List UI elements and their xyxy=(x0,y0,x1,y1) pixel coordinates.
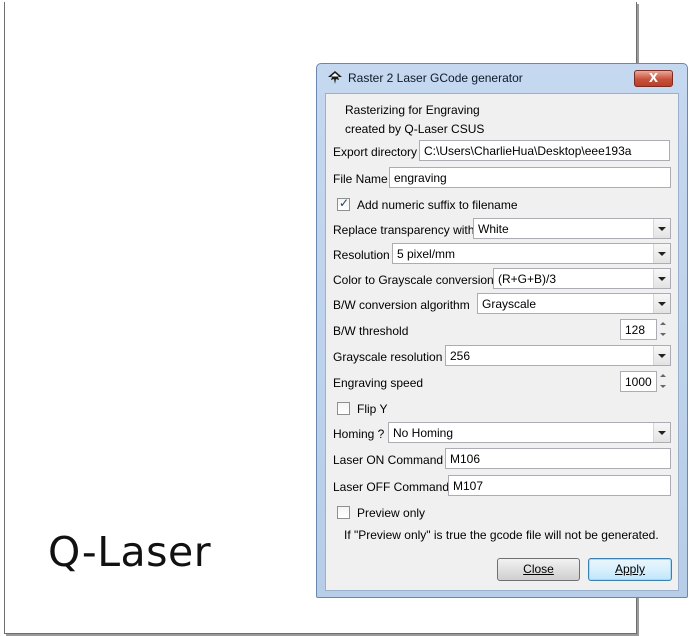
intro-line-1: Rasterizing for Engraving xyxy=(345,103,480,117)
laser-off-input[interactable]: M107 xyxy=(448,475,671,496)
canvas-text-q-laser[interactable]: Q-Laser xyxy=(48,528,211,576)
bw-threshold-spinner[interactable]: 128 xyxy=(620,319,666,340)
window-close-button[interactable]: X xyxy=(634,70,673,87)
close-icon: X xyxy=(648,71,659,85)
laser-on-input[interactable]: M106 xyxy=(445,448,671,469)
dialog-title: Raster 2 Laser GCode generator xyxy=(348,71,523,85)
homing-value: No Homing xyxy=(393,426,454,440)
spinner-buttons xyxy=(658,320,668,339)
grayscale-conversion-select[interactable]: (R+G+B)/3 xyxy=(493,268,671,289)
chevron-down-icon[interactable] xyxy=(653,346,670,365)
preview-only-checkbox[interactable] xyxy=(337,506,350,519)
chevron-down-icon[interactable] xyxy=(653,423,670,442)
resolution-value: 5 pixel/mm xyxy=(397,247,456,261)
transparency-label: Replace transparency with xyxy=(333,223,475,237)
grayscale-resolution-select[interactable]: 256 xyxy=(445,345,671,366)
bw-threshold-label: B/W threshold xyxy=(333,324,409,338)
flip-y-label: Flip Y xyxy=(357,402,388,416)
spin-down-icon[interactable] xyxy=(658,382,668,391)
chevron-down-icon[interactable] xyxy=(653,244,670,263)
engraving-speed-spinner[interactable]: 1000 xyxy=(620,371,666,392)
engraving-speed-label: Engraving speed xyxy=(333,376,424,390)
file-name-input[interactable]: engraving xyxy=(389,167,671,188)
preview-only-label: Preview only xyxy=(357,506,426,520)
preview-note: If "Preview only" is true the gcode file… xyxy=(344,528,659,542)
numeric-suffix-label: Add numeric suffix to filename xyxy=(357,198,518,212)
spin-up-icon[interactable] xyxy=(658,320,668,329)
close-button-label: Close xyxy=(523,562,554,576)
grayscale-conversion-label: Color to Grayscale conversion xyxy=(333,273,494,287)
dialog-titlebar[interactable]: Raster 2 Laser GCode generator X xyxy=(317,64,687,92)
file-name-label: File Name xyxy=(333,172,388,186)
engraving-speed-value: 1000 xyxy=(625,375,652,389)
spin-up-icon[interactable] xyxy=(658,372,668,381)
homing-label: Homing ? xyxy=(333,427,385,441)
laser-off-label: Laser OFF Command xyxy=(333,480,450,494)
laser-on-label: Laser ON Command xyxy=(333,453,444,467)
export-directory-input[interactable]: C:\Users\CharlieHua\Desktop\eee193a xyxy=(419,140,670,161)
chevron-down-icon[interactable] xyxy=(653,219,670,238)
dialog-client-area: Rasterizing for Engraving created by Q-L… xyxy=(325,93,679,591)
homing-select[interactable]: No Homing xyxy=(388,422,671,443)
grayscale-conversion-value: (R+G+B)/3 xyxy=(498,272,557,286)
raster-dialog: Raster 2 Laser GCode generator X Rasteri… xyxy=(316,63,688,598)
grayscale-resolution-value: 256 xyxy=(450,349,471,363)
bw-threshold-value: 128 xyxy=(625,323,646,337)
intro-line-2: created by Q-Laser CSUS xyxy=(345,122,485,136)
grayscale-resolution-label: Grayscale resolution xyxy=(333,350,443,364)
close-button[interactable]: Close xyxy=(497,558,580,581)
transparency-value: White xyxy=(478,222,509,236)
bw-algorithm-label: B/W conversion algorithm xyxy=(333,298,470,312)
chevron-down-icon[interactable] xyxy=(653,294,670,313)
apply-button-label: Apply xyxy=(614,562,646,576)
checkmark-icon: ✓ xyxy=(339,196,350,210)
transparency-select[interactable]: White xyxy=(473,218,671,239)
chevron-down-icon[interactable] xyxy=(653,269,670,288)
apply-button[interactable]: Apply xyxy=(588,558,672,581)
flip-y-checkbox[interactable] xyxy=(337,402,350,415)
spin-down-icon[interactable] xyxy=(658,330,668,339)
bw-algorithm-value: Grayscale xyxy=(482,297,537,311)
numeric-suffix-checkbox[interactable]: ✓ xyxy=(337,196,350,211)
spinner-buttons xyxy=(658,372,668,391)
bw-algorithm-select[interactable]: Grayscale xyxy=(477,293,671,314)
inkscape-logo-icon xyxy=(327,71,343,85)
export-directory-label: Export directory xyxy=(333,145,418,159)
resolution-label: Resolution xyxy=(333,248,390,262)
resolution-select[interactable]: 5 pixel/mm xyxy=(392,243,671,264)
